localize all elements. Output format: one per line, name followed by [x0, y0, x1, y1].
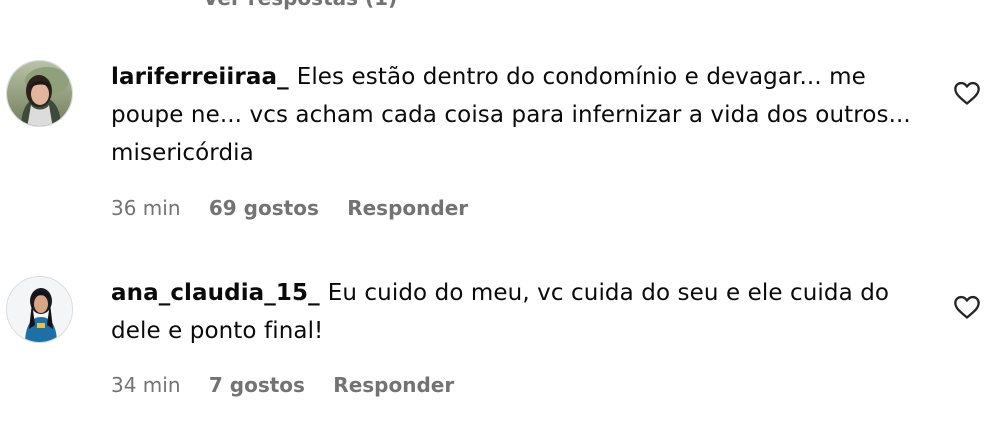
- comments-section: Ver respostas (1) lariferreii: [0, 0, 1000, 436]
- comment-likes[interactable]: 69 gostos: [209, 196, 319, 220]
- reply-button[interactable]: Responder: [347, 196, 468, 220]
- comment-meta: 36 min 69 gostos Responder: [111, 196, 490, 220]
- comment-text-block: ana_claudia_15_ Eu cuido do meu, vc cuida…: [111, 274, 931, 350]
- avatar[interactable]: [6, 60, 73, 127]
- comment-username[interactable]: lariferreiiraa_: [111, 64, 289, 90]
- comment-meta: 34 min 7 gostos Responder: [111, 373, 476, 397]
- reply-button[interactable]: Responder: [333, 373, 454, 397]
- comment-time: 34 min: [111, 373, 181, 397]
- comment-likes[interactable]: 7 gostos: [209, 373, 305, 397]
- comment-text-block: lariferreiiraa_ Eles estão dentro do cond…: [111, 58, 931, 172]
- heart-outline-icon[interactable]: [953, 80, 981, 106]
- view-replies-link[interactable]: Ver respostas (1): [203, 0, 397, 10]
- comment-time: 36 min: [111, 196, 181, 220]
- heart-outline-icon[interactable]: [953, 294, 981, 320]
- avatar-photo: [7, 277, 72, 342]
- avatar[interactable]: [6, 276, 73, 343]
- comment-username[interactable]: ana_claudia_15_: [111, 280, 320, 306]
- avatar-photo: [7, 61, 72, 126]
